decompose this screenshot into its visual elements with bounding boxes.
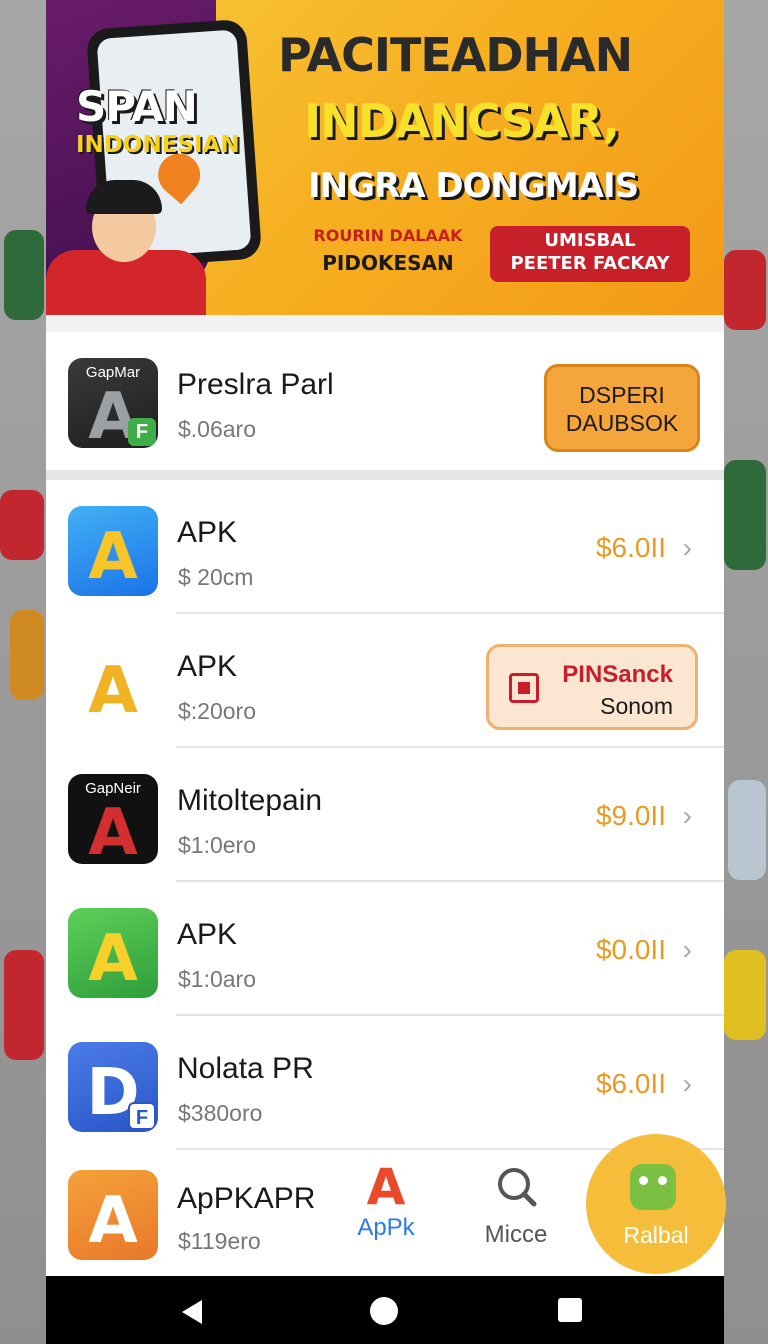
sticker-decoration xyxy=(724,460,766,570)
background-right xyxy=(722,0,768,1344)
icon-caption: GapNeir xyxy=(85,780,141,797)
list-item[interactable]: A APK $ 20cm $6.0II › xyxy=(46,480,724,614)
nav-search-tab[interactable]: Micce xyxy=(476,1160,556,1249)
pin-button-title: PINSanck xyxy=(562,661,673,688)
list-item[interactable]: A APK $1:0aro $0.0II › xyxy=(46,882,724,1016)
fab-button[interactable]: Ralbal xyxy=(586,1134,726,1274)
app-subtitle: $:20oro xyxy=(178,698,257,724)
app-icon: D F xyxy=(68,1042,158,1132)
icon-letter: A xyxy=(88,796,138,864)
nav-apk-label: ApPk xyxy=(357,1214,415,1241)
sticker-decoration xyxy=(4,950,44,1060)
banner-headline-1: PACITEADHAN xyxy=(278,28,633,82)
icon-badge: F xyxy=(128,418,156,446)
app-icon: A xyxy=(68,908,158,998)
sticker-decoration xyxy=(724,250,766,330)
app-subtitle: $119ero xyxy=(178,1228,261,1254)
app-price: $9.0II xyxy=(595,800,666,831)
app-subtitle: $1:0ero xyxy=(178,832,257,858)
background-left xyxy=(0,0,46,1344)
banner-promo-button[interactable]: UMISBAL PEETER FACKAY xyxy=(490,226,690,282)
app-name: APK xyxy=(177,918,238,951)
promo-right-line1: UMISBAL xyxy=(544,230,636,251)
home-icon[interactable] xyxy=(370,1297,398,1325)
download-button[interactable]: DSPERI DAUBSOK xyxy=(544,364,700,452)
bookmark-icon xyxy=(509,673,539,703)
icon-badge: F xyxy=(128,1102,156,1130)
list-item[interactable]: GapNeir A Mitoltepain $1:0ero $9.0II › xyxy=(46,748,724,882)
nav-apk-tab[interactable]: A ApPk xyxy=(346,1160,426,1242)
chevron-right-icon[interactable]: › xyxy=(683,532,692,564)
sticker-decoration xyxy=(4,230,44,320)
search-icon xyxy=(498,1168,537,1207)
banner-promo-left: ROURIN DALAAK PIDOKESAN xyxy=(308,226,468,275)
app-icon: A xyxy=(68,640,158,730)
promo-banner[interactable]: SPAN INDONESIAN PACITEADHAN INDANCSAR, I… xyxy=(46,0,724,315)
chevron-right-icon[interactable]: › xyxy=(683,800,692,832)
app-price: $6.0II xyxy=(595,1068,666,1099)
list-item[interactable]: A APK $:20oro PINSanck Sonom xyxy=(46,614,724,748)
app-icon: A xyxy=(68,506,158,596)
recent-apps-icon[interactable] xyxy=(558,1298,582,1322)
sticker-decoration xyxy=(10,610,44,700)
icon-letter: A xyxy=(88,520,138,594)
fab-label: Ralbal xyxy=(623,1222,689,1248)
nav-search-label: Micce xyxy=(484,1221,548,1248)
sticker-decoration xyxy=(724,950,766,1040)
app-name: ApPKAPR xyxy=(177,1182,316,1215)
promo-left-line2: PIDOKESAN xyxy=(322,251,454,275)
android-icon xyxy=(630,1164,676,1210)
section-separator xyxy=(46,470,724,480)
apk-logo-icon: A xyxy=(366,1158,406,1216)
app-subtitle: $380oro xyxy=(178,1100,263,1126)
icon-letter: A xyxy=(88,922,138,996)
icon-letter: A xyxy=(88,1184,138,1258)
app-icon: GapNeir A xyxy=(68,774,158,864)
app-icon: A xyxy=(68,1170,158,1260)
banner-headline-2: INDANCSAR, xyxy=(304,94,620,148)
app-subtitle: $.06aro xyxy=(178,416,257,442)
app-subtitle: $1:0aro xyxy=(178,966,257,992)
promo-left-line1: ROURIN DALAAK xyxy=(313,226,463,245)
chevron-right-icon[interactable]: › xyxy=(683,1068,692,1100)
app-subtitle: $ 20cm xyxy=(178,564,254,590)
banner-left-subtitle: INDONESIAN xyxy=(76,132,240,158)
pin-button-subtitle: Sonom xyxy=(600,693,673,719)
icon-caption: GapMar xyxy=(85,364,141,381)
list-item[interactable]: D F Nolata PR $380oro $6.0II › xyxy=(46,1016,724,1150)
app-price: $6.0II xyxy=(595,532,666,563)
boy-illustration-cap xyxy=(86,180,162,214)
back-icon[interactable] xyxy=(182,1300,202,1324)
promo-right-line2: PEETER FACKAY xyxy=(510,253,670,274)
app-name: APK xyxy=(177,650,238,683)
app-price: $0.0II xyxy=(595,934,666,965)
app-screen: SPAN INDONESIAN PACITEADHAN INDANCSAR, I… xyxy=(46,0,726,1344)
app-list: GapMar A F Preslra Parl $.06aro DSPERI DA… xyxy=(46,332,724,1280)
app-name: Nolata PR xyxy=(177,1052,314,1085)
sticker-decoration xyxy=(0,490,44,560)
app-icon: GapMar A F xyxy=(68,358,158,448)
chevron-right-icon[interactable]: › xyxy=(683,934,692,966)
app-name: Mitoltepain xyxy=(177,784,323,817)
icon-letter: A xyxy=(88,654,138,728)
banner-headline-3: INGRA DONGMAIS xyxy=(308,166,639,206)
system-navigation-bar xyxy=(46,1276,724,1344)
app-name: Preslra Parl xyxy=(177,368,334,401)
banner-left-title: SPAN xyxy=(76,82,198,131)
pin-snack-button[interactable]: PINSanck Sonom xyxy=(486,644,698,730)
app-name: APK xyxy=(177,516,238,549)
sticker-decoration xyxy=(728,780,766,880)
list-item[interactable]: GapMar A F Preslra Parl $.06aro DSPERI DA… xyxy=(46,332,724,470)
